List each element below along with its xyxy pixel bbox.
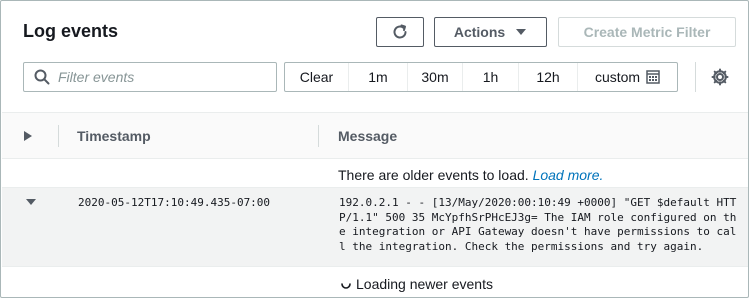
custom-range-label: custom: [594, 69, 641, 85]
spinner-icon: [341, 283, 351, 289]
filter-events-field[interactable]: [23, 62, 277, 92]
toolbar-divider: [695, 62, 696, 92]
loading-newer-events: Loading newer events: [340, 276, 493, 292]
load-more-link[interactable]: Load more.: [533, 167, 604, 183]
timestamp-column-header[interactable]: Timestamp: [77, 113, 151, 158]
range-1h-button[interactable]: 1h: [462, 63, 518, 91]
filter-events-input[interactable]: [58, 69, 258, 85]
table-header: Timestamp Message: [2, 112, 748, 159]
older-events-notice: There are older events to load. Load mor…: [338, 167, 603, 183]
event-timestamp: 2020-05-12T17:10:49.435-07:00: [78, 196, 271, 209]
table-row[interactable]: 2020-05-12T17:10:49.435-07:00 192.0.2.1 …: [2, 187, 748, 267]
column-separator: [318, 125, 319, 147]
log-events-panel: Log events Actions Create Metric Filter …: [0, 0, 749, 298]
refresh-icon: [393, 24, 407, 39]
refresh-button[interactable]: [376, 17, 424, 47]
time-range-selector: Clear 1m 30m 1h 12h custom: [284, 62, 678, 92]
search-icon: [34, 69, 50, 85]
range-12h-button[interactable]: 12h: [518, 63, 577, 91]
create-metric-filter-button[interactable]: Create Metric Filter: [558, 17, 736, 47]
actions-button[interactable]: Actions: [434, 17, 547, 47]
clear-button[interactable]: Clear: [285, 63, 348, 91]
caret-down-icon: [516, 29, 527, 35]
caret-down-icon[interactable]: [24, 196, 38, 208]
calendar-icon: [646, 70, 660, 84]
page-title: Log events: [23, 21, 119, 41]
gear-icon[interactable]: [710, 67, 730, 87]
range-30m-button[interactable]: 30m: [407, 63, 462, 91]
caret-right-icon: [24, 130, 32, 141]
expand-all-toggle[interactable]: [24, 113, 40, 158]
custom-range-button[interactable]: custom: [577, 63, 677, 91]
column-separator: [58, 125, 59, 147]
range-1m-button[interactable]: 1m: [348, 63, 407, 91]
loading-text: Loading newer events: [356, 276, 493, 292]
message-column-header[interactable]: Message: [338, 113, 397, 158]
actions-button-label: Actions: [453, 24, 506, 40]
event-message: 192.0.2.1 - - [13/May/2020:00:10:49 +000…: [339, 196, 737, 253]
older-events-text: There are older events to load.: [338, 167, 529, 183]
